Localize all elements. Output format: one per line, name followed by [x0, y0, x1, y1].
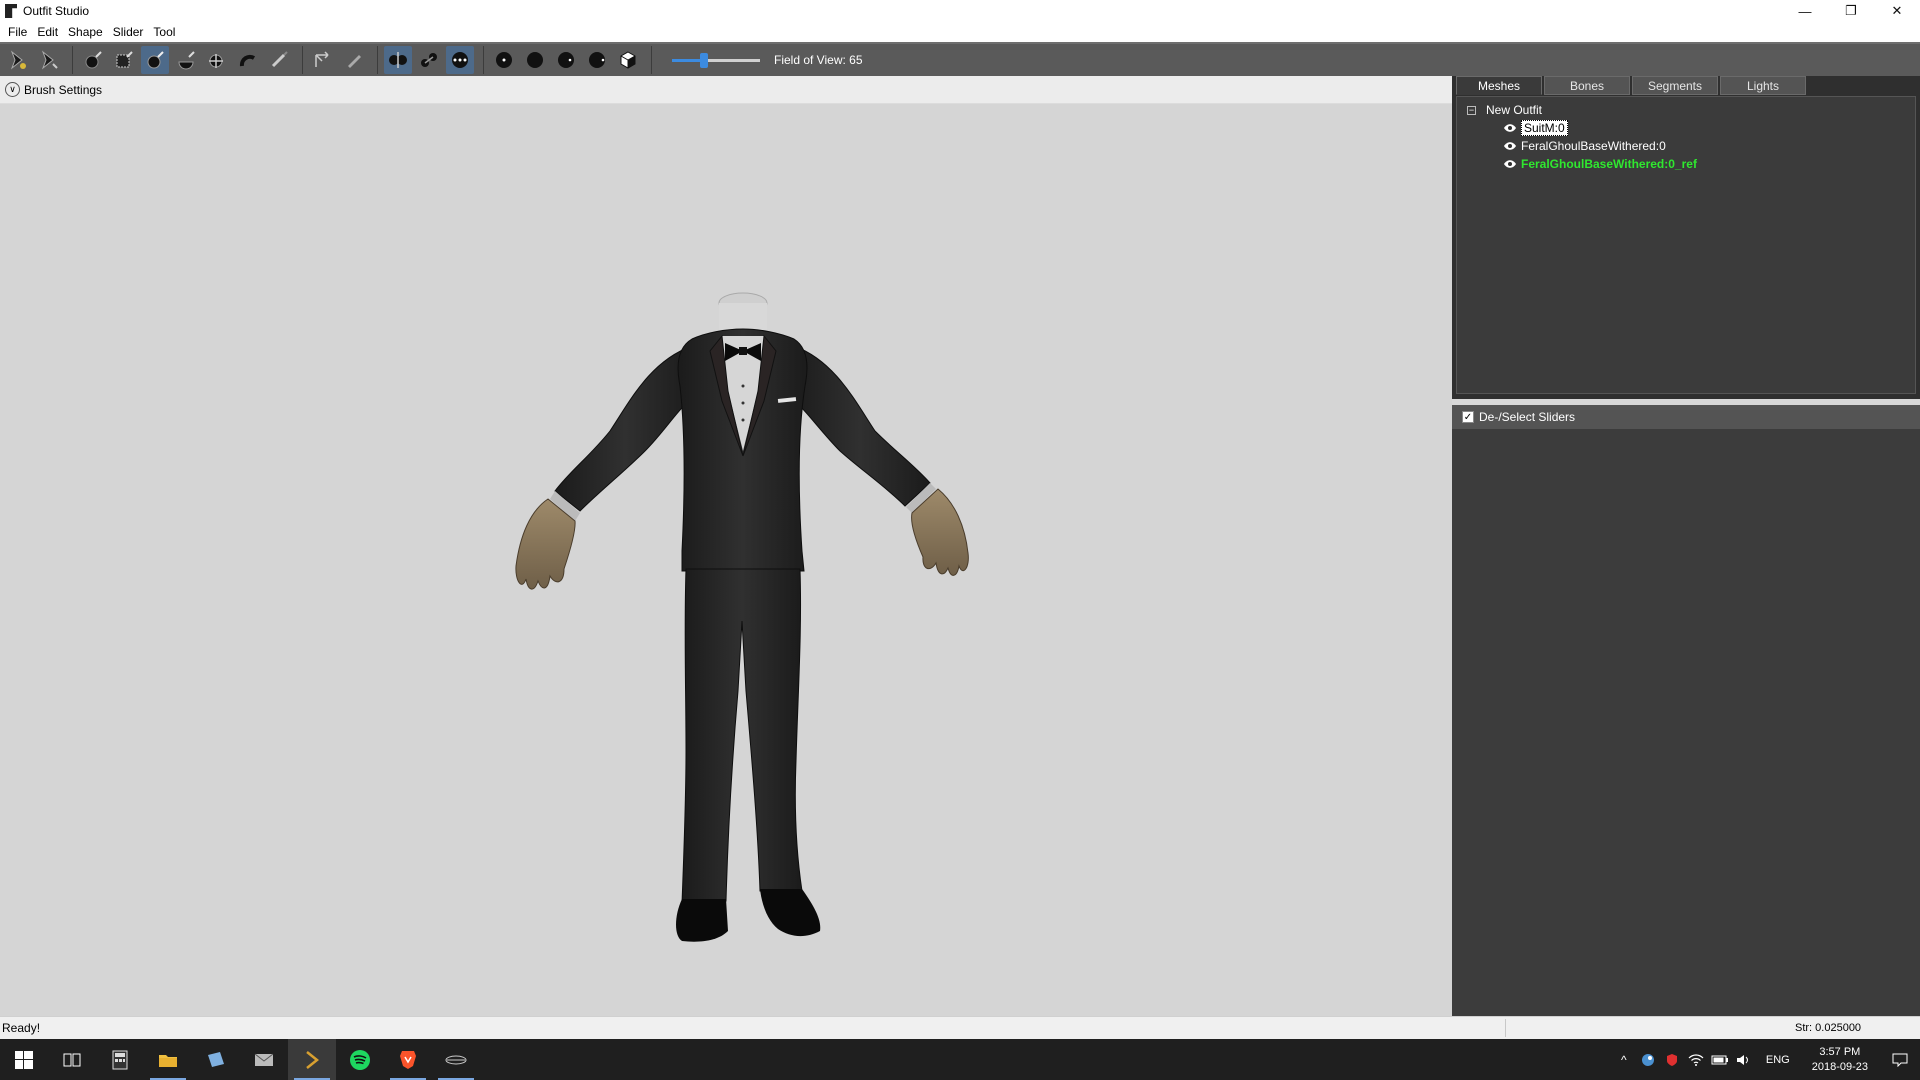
mesh-label: FeralGhoulBaseWithered:0	[1521, 139, 1666, 153]
select-icon[interactable]	[4, 46, 32, 74]
slider-thumb[interactable]	[699, 53, 708, 68]
close-button[interactable]: ✕	[1874, 0, 1920, 22]
mask-brush-icon[interactable]	[79, 46, 107, 74]
outfit-studio-icon[interactable]	[288, 1039, 336, 1080]
pencil-icon[interactable]	[340, 46, 368, 74]
calculator-icon[interactable]	[96, 1039, 144, 1080]
mesh-item-reference[interactable]: FeralGhoulBaseWithered:0_ref	[1457, 155, 1915, 173]
menu-slider[interactable]: Slider	[108, 25, 149, 39]
system-tray: ^ ENG 3:57 PM 2018-09-23	[1612, 1039, 1920, 1080]
menu-tool[interactable]: Tool	[148, 25, 180, 39]
mesh-label: SuitM:0	[1521, 120, 1568, 136]
cube-icon[interactable]	[614, 46, 642, 74]
menu-shape[interactable]: Shape	[63, 25, 108, 39]
window-title: Outfit Studio	[23, 4, 90, 18]
brush-strength: Str: 0.025000	[1795, 1022, 1862, 1034]
status-text: Ready!	[2, 1021, 41, 1035]
wifi-icon[interactable]	[1684, 1039, 1708, 1080]
tree-root-label: New Outfit	[1486, 103, 1543, 117]
textures-icon[interactable]	[552, 46, 580, 74]
toolbar-separator	[72, 46, 73, 74]
x-mirror-icon[interactable]	[384, 46, 412, 74]
toolbar: Field of View: 65	[0, 42, 1920, 76]
deselect-sliders-checkbox[interactable]: ✓	[1462, 411, 1474, 423]
mesh-item[interactable]: FeralGhoulBaseWithered:0	[1457, 137, 1915, 155]
menu-edit[interactable]: Edit	[32, 25, 63, 39]
undiff-brush-icon[interactable]	[234, 46, 262, 74]
toolbar-separator	[377, 46, 378, 74]
notes-icon[interactable]	[192, 1039, 240, 1080]
mesh-item[interactable]: SuitM:0	[1457, 119, 1915, 137]
mail-icon[interactable]	[240, 1039, 288, 1080]
language-indicator[interactable]: ENG	[1766, 1054, 1790, 1066]
start-icon[interactable]	[0, 1039, 48, 1080]
vertex-color-icon[interactable]	[583, 46, 611, 74]
toolbar-separator	[302, 46, 303, 74]
restore-button[interactable]: ❐	[1828, 0, 1874, 22]
color-brush-icon[interactable]	[309, 46, 337, 74]
eye-icon[interactable]	[1503, 123, 1517, 133]
inflate-brush-icon[interactable]	[110, 46, 138, 74]
brush-settings-label: Brush Settings	[24, 82, 103, 97]
notification-icon[interactable]	[1880, 1039, 1920, 1080]
mesh-tree: − New Outfit SuitM:0 FeralGhoulBaseWithe…	[1456, 96, 1916, 394]
status-divider	[1505, 1019, 1506, 1037]
slider-header[interactable]: ✓ De-/Select Sliders	[1452, 405, 1920, 429]
taskbar: ^ ENG 3:57 PM 2018-09-23	[0, 1039, 1920, 1080]
eye-icon[interactable]	[1503, 141, 1517, 151]
file-explorer-icon[interactable]	[144, 1039, 192, 1080]
wireframe-icon[interactable]	[490, 46, 518, 74]
clock[interactable]: 3:57 PM 2018-09-23	[1812, 1045, 1868, 1075]
tab-meshes[interactable]: Meshes	[1456, 76, 1542, 95]
status-bar: Ready! Str: 0.025000	[0, 1016, 1920, 1039]
tab-lights[interactable]: Lights	[1720, 76, 1806, 95]
app-icon	[5, 4, 17, 18]
connected-only-icon[interactable]	[415, 46, 443, 74]
chevron-down-icon[interactable]: ∨	[5, 82, 20, 97]
antivirus-icon[interactable]	[1660, 1039, 1684, 1080]
lighting-icon[interactable]	[521, 46, 549, 74]
global-brush-icon[interactable]	[446, 46, 474, 74]
slider-fill	[672, 59, 704, 62]
tab-bones[interactable]: Bones	[1544, 76, 1630, 95]
suit-model[interactable]	[460, 291, 1020, 981]
smooth-brush-icon[interactable]	[203, 46, 231, 74]
minimize-button[interactable]: —	[1782, 0, 1828, 22]
spotify-icon[interactable]	[336, 1039, 384, 1080]
weight-brush-icon[interactable]	[265, 46, 293, 74]
eye-icon[interactable]	[1503, 159, 1517, 169]
battery-icon[interactable]	[1708, 1039, 1732, 1080]
toolbar-separator	[483, 46, 484, 74]
brush-settings-header[interactable]: ∨ Brush Settings	[0, 76, 1452, 104]
mesh-label: FeralGhoulBaseWithered:0_ref	[1521, 157, 1697, 171]
title-bar: Outfit Studio — ❐ ✕	[0, 0, 1920, 22]
brave-icon[interactable]	[384, 1039, 432, 1080]
3d-viewport[interactable]: ∨ Brush Settings	[0, 76, 1452, 1016]
chevron-up-icon[interactable]: ^	[1612, 1039, 1636, 1080]
tab-segments[interactable]: Segments	[1632, 76, 1718, 95]
collapse-icon[interactable]: −	[1467, 105, 1476, 115]
field-of-view-slider[interactable]	[672, 50, 760, 70]
clock-date: 2018-09-23	[1811, 1060, 1868, 1073]
toolbar-separator	[651, 46, 652, 74]
field-of-view-label: Field of View: 65	[774, 53, 863, 67]
deflate-brush-icon[interactable]	[141, 46, 169, 74]
panel-tabs: Meshes Bones Segments Lights	[1456, 76, 1808, 96]
volume-icon[interactable]	[1732, 1039, 1756, 1080]
slider-list	[1452, 429, 1920, 1016]
network-tool-icon[interactable]	[432, 1039, 480, 1080]
window-controls: — ❐ ✕	[1782, 0, 1920, 22]
move-brush-icon[interactable]	[172, 46, 200, 74]
tree-root[interactable]: − New Outfit	[1457, 101, 1915, 119]
menu-bar: File Edit Shape Slider Tool	[0, 22, 1920, 42]
task-view-icon[interactable]	[48, 1039, 96, 1080]
transform-icon[interactable]	[35, 46, 63, 74]
right-panel: Meshes Bones Segments Lights − New Outfi…	[1452, 76, 1920, 1016]
slider-header-label: De-/Select Sliders	[1479, 410, 1576, 424]
clock-time: 3:57 PM	[1819, 1045, 1861, 1058]
steam-icon[interactable]	[1636, 1039, 1660, 1080]
menu-file[interactable]: File	[3, 25, 32, 39]
